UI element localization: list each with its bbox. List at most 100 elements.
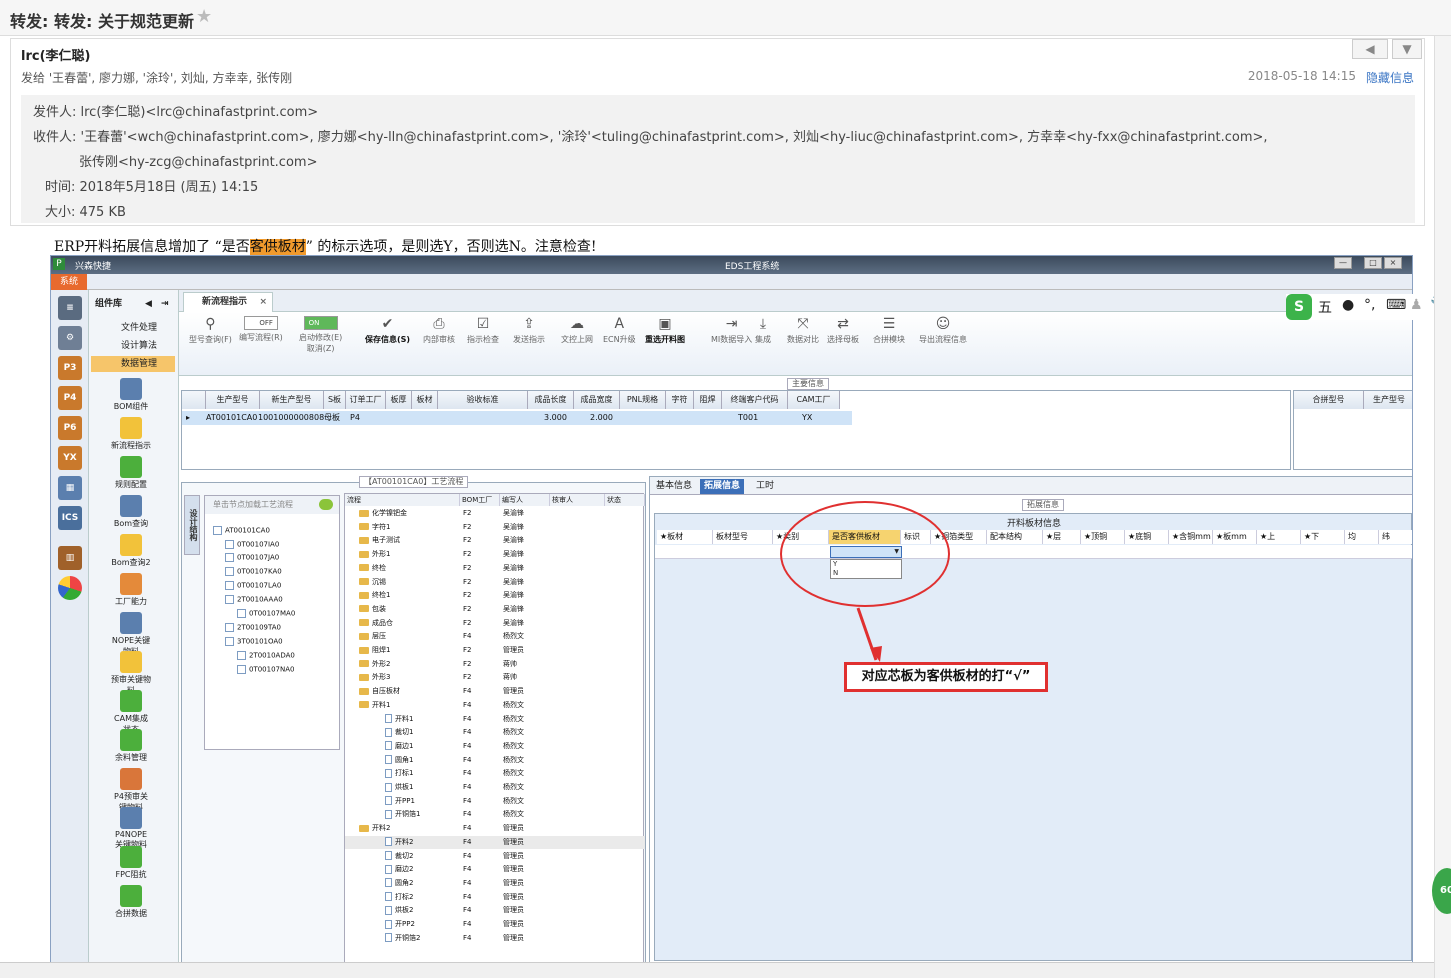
toolbar-button[interactable]: ☁ 文控上网 xyxy=(561,316,593,345)
toolbar-button[interactable]: ⇥ MI数据导入 xyxy=(711,316,752,345)
table-row[interactable]: 电子测试 F2 吴渝锋 xyxy=(345,534,645,548)
factory-icon[interactable]: ▥ xyxy=(58,546,82,570)
table-row[interactable]: 外形1 F2 吴渝锋 xyxy=(345,548,645,562)
column-header[interactable]: 板材 xyxy=(412,391,438,409)
factory-p3-icon[interactable]: P3 xyxy=(58,356,82,380)
column-header[interactable]: 生产型号 xyxy=(1364,391,1412,409)
menu-bom-query[interactable]: Bom查询 xyxy=(111,495,151,529)
column-header[interactable]: 验收标准 xyxy=(438,391,528,409)
user-icon[interactable]: ♟ xyxy=(1410,297,1423,313)
table-row[interactable]: 裁切2 F4 管理员 xyxy=(345,850,645,864)
more-button[interactable]: ▼ xyxy=(1392,39,1422,59)
column-header[interactable]: 合拼型号 xyxy=(1294,391,1364,409)
menu-bom-component[interactable]: BOM组件 xyxy=(111,378,151,412)
table-row[interactable]: 终检1 F2 吴渝锋 xyxy=(345,589,645,603)
column-header[interactable]: 成品宽度 xyxy=(574,391,620,409)
table-row[interactable]: 外形3 F2 蒋帅 xyxy=(345,671,645,685)
column-header[interactable]: 纬 xyxy=(1379,530,1412,544)
menu-combine-data[interactable]: 合拼数据 xyxy=(111,885,151,919)
column-header[interactable]: BOM工厂 xyxy=(460,494,500,506)
dashboard-icon[interactable]: ▦ xyxy=(58,476,82,500)
column-header[interactable]: 板厚 xyxy=(386,391,412,409)
menu-data-management[interactable]: 数据管理 xyxy=(91,356,175,372)
tab-new-flow[interactable]: 新流程指示 × xyxy=(183,292,273,312)
menu-design-algorithm[interactable]: 设计算法 xyxy=(91,338,175,354)
toolbar-button[interactable]: ☰ 合拼模块 xyxy=(873,316,905,345)
reply-button[interactable]: ◀ xyxy=(1352,39,1388,59)
table-row[interactable]: 成品仓 F2 吴渝锋 xyxy=(345,617,645,631)
column-header[interactable]: PNL规格 xyxy=(620,391,666,409)
column-header[interactable]: ★上 xyxy=(1257,530,1301,544)
tree-node[interactable]: 0T00107NA0 xyxy=(237,665,294,674)
factory-ics-icon[interactable]: ICS xyxy=(58,506,82,530)
tree-node[interactable]: 2T0010ADA0 xyxy=(237,651,295,660)
menu-file-processing[interactable]: 文件处理 xyxy=(91,320,175,336)
toolbar-button[interactable]: ⤓ 集成 xyxy=(755,316,771,345)
ime-mode[interactable]: 五 xyxy=(1318,297,1332,317)
menu-surplus[interactable]: 余料管理 xyxy=(111,729,151,763)
pin-icon[interactable]: ⇥ xyxy=(161,294,169,314)
table-row[interactable]: 打标1 F4 杨烈文 xyxy=(345,767,645,781)
table-row[interactable]: 自压板材 F4 管理员 xyxy=(345,685,645,699)
column-header[interactable]: ★层 xyxy=(1043,530,1081,544)
star-icon[interactable]: ★ xyxy=(196,6,212,27)
horizontal-scrollbar[interactable] xyxy=(0,962,1434,978)
table-row[interactable]: 包装 F2 吴渝锋 xyxy=(345,603,645,617)
sender-name[interactable]: lrc(李仁聪) xyxy=(21,45,90,64)
table-row[interactable]: 层压 F4 杨烈文 xyxy=(345,630,645,644)
menu-p4-nope[interactable]: P4NOPE关键物料 xyxy=(111,807,151,850)
toolbar-button[interactable]: ⇪ 发送指示 xyxy=(513,316,545,345)
table-row[interactable]: 磨边1 F4 杨烈文 xyxy=(345,740,645,754)
column-header[interactable]: 均 xyxy=(1345,530,1379,544)
menu-icon[interactable]: ≡ xyxy=(58,296,82,320)
column-header[interactable]: 新生产型号 xyxy=(260,391,324,409)
column-header[interactable]: 流程 xyxy=(345,494,460,506)
table-row[interactable]: 字符1 F2 吴渝锋 xyxy=(345,521,645,535)
table-row[interactable]: 开料2 F4 管理员 xyxy=(345,835,645,850)
toolbar-button[interactable]: A ECN升级 xyxy=(603,316,636,345)
table-row[interactable]: 终检 F2 吴渝锋 xyxy=(345,562,645,576)
table-row[interactable]: 开料2 F4 管理员 xyxy=(345,822,645,836)
column-header[interactable]: 订单工厂 xyxy=(346,391,386,409)
tree-node[interactable]: 0T00107LA0 xyxy=(225,581,281,590)
column-header[interactable]: 板材型号 xyxy=(713,530,773,544)
table-row[interactable]: 化学镍钯金 F2 吴渝锋 xyxy=(345,507,645,521)
column-header[interactable]: 配本结构 xyxy=(987,530,1043,544)
tree-node[interactable]: 0T00107IA0 xyxy=(225,540,279,549)
column-header[interactable]: 编写人 xyxy=(500,494,550,506)
table-row[interactable]: 圆角1 F4 杨烈文 xyxy=(345,754,645,768)
table-row[interactable] xyxy=(655,545,1412,559)
table-row[interactable]: 阻焊1 F2 管理员 xyxy=(345,644,645,658)
toolbar-button[interactable]: OFF 编写流程(R) xyxy=(239,316,283,343)
column-header[interactable]: ★下 xyxy=(1301,530,1345,544)
menu-factory-capacity[interactable]: 工厂能力 xyxy=(111,573,151,607)
close-tab-icon[interactable]: × xyxy=(259,293,267,311)
column-header[interactable]: 终端客户代码 xyxy=(722,391,788,409)
tree-node[interactable]: AT00101CA0 xyxy=(213,526,270,535)
table-row[interactable]: 开料1 F4 杨烈文 xyxy=(345,699,645,713)
column-header[interactable]: ★底铜 xyxy=(1125,530,1169,544)
column-header[interactable]: 状态 xyxy=(605,494,645,506)
toolbar-button[interactable]: ▣ 重选开料图 xyxy=(645,316,685,345)
tree-node[interactable]: 0T00107JA0 xyxy=(225,553,279,562)
menu-new-flow[interactable]: 新流程指示 xyxy=(111,417,151,451)
chat-bubble-icon[interactable] xyxy=(319,499,333,510)
table-row[interactable]: 烘板1 F4 杨烈文 xyxy=(345,781,645,795)
circle-icon[interactable]: ● xyxy=(1342,297,1354,313)
menu-rule-config[interactable]: 规则配置 xyxy=(111,456,151,490)
table-row[interactable]: 沉锡 F2 吴渝锋 xyxy=(345,576,645,590)
toolbar-button[interactable]: ⇄ 选择母板 xyxy=(827,316,859,345)
table-row[interactable]: 烘板2 F4 管理员 xyxy=(345,904,645,918)
column-header[interactable]: 阻焊 xyxy=(694,391,722,409)
close-icon[interactable]: × xyxy=(1384,257,1402,269)
tree-node[interactable]: 0T00107KA0 xyxy=(225,567,282,576)
column-header[interactable]: ★板材 xyxy=(657,530,713,544)
column-header[interactable]: ★顶铜 xyxy=(1081,530,1125,544)
tree-node[interactable]: 0T00107MA0 xyxy=(237,609,295,618)
column-header[interactable]: CAM工厂 xyxy=(788,391,840,409)
menu-fpc-impedance[interactable]: FPC阻抗 xyxy=(111,846,151,880)
pie-chart-icon[interactable] xyxy=(58,576,82,600)
tool-icon[interactable]: ⚙ xyxy=(58,326,82,350)
toolbar-button[interactable]: ⚲ 型号查询(F) xyxy=(189,316,232,345)
factory-p4-icon[interactable]: P4 xyxy=(58,386,82,410)
